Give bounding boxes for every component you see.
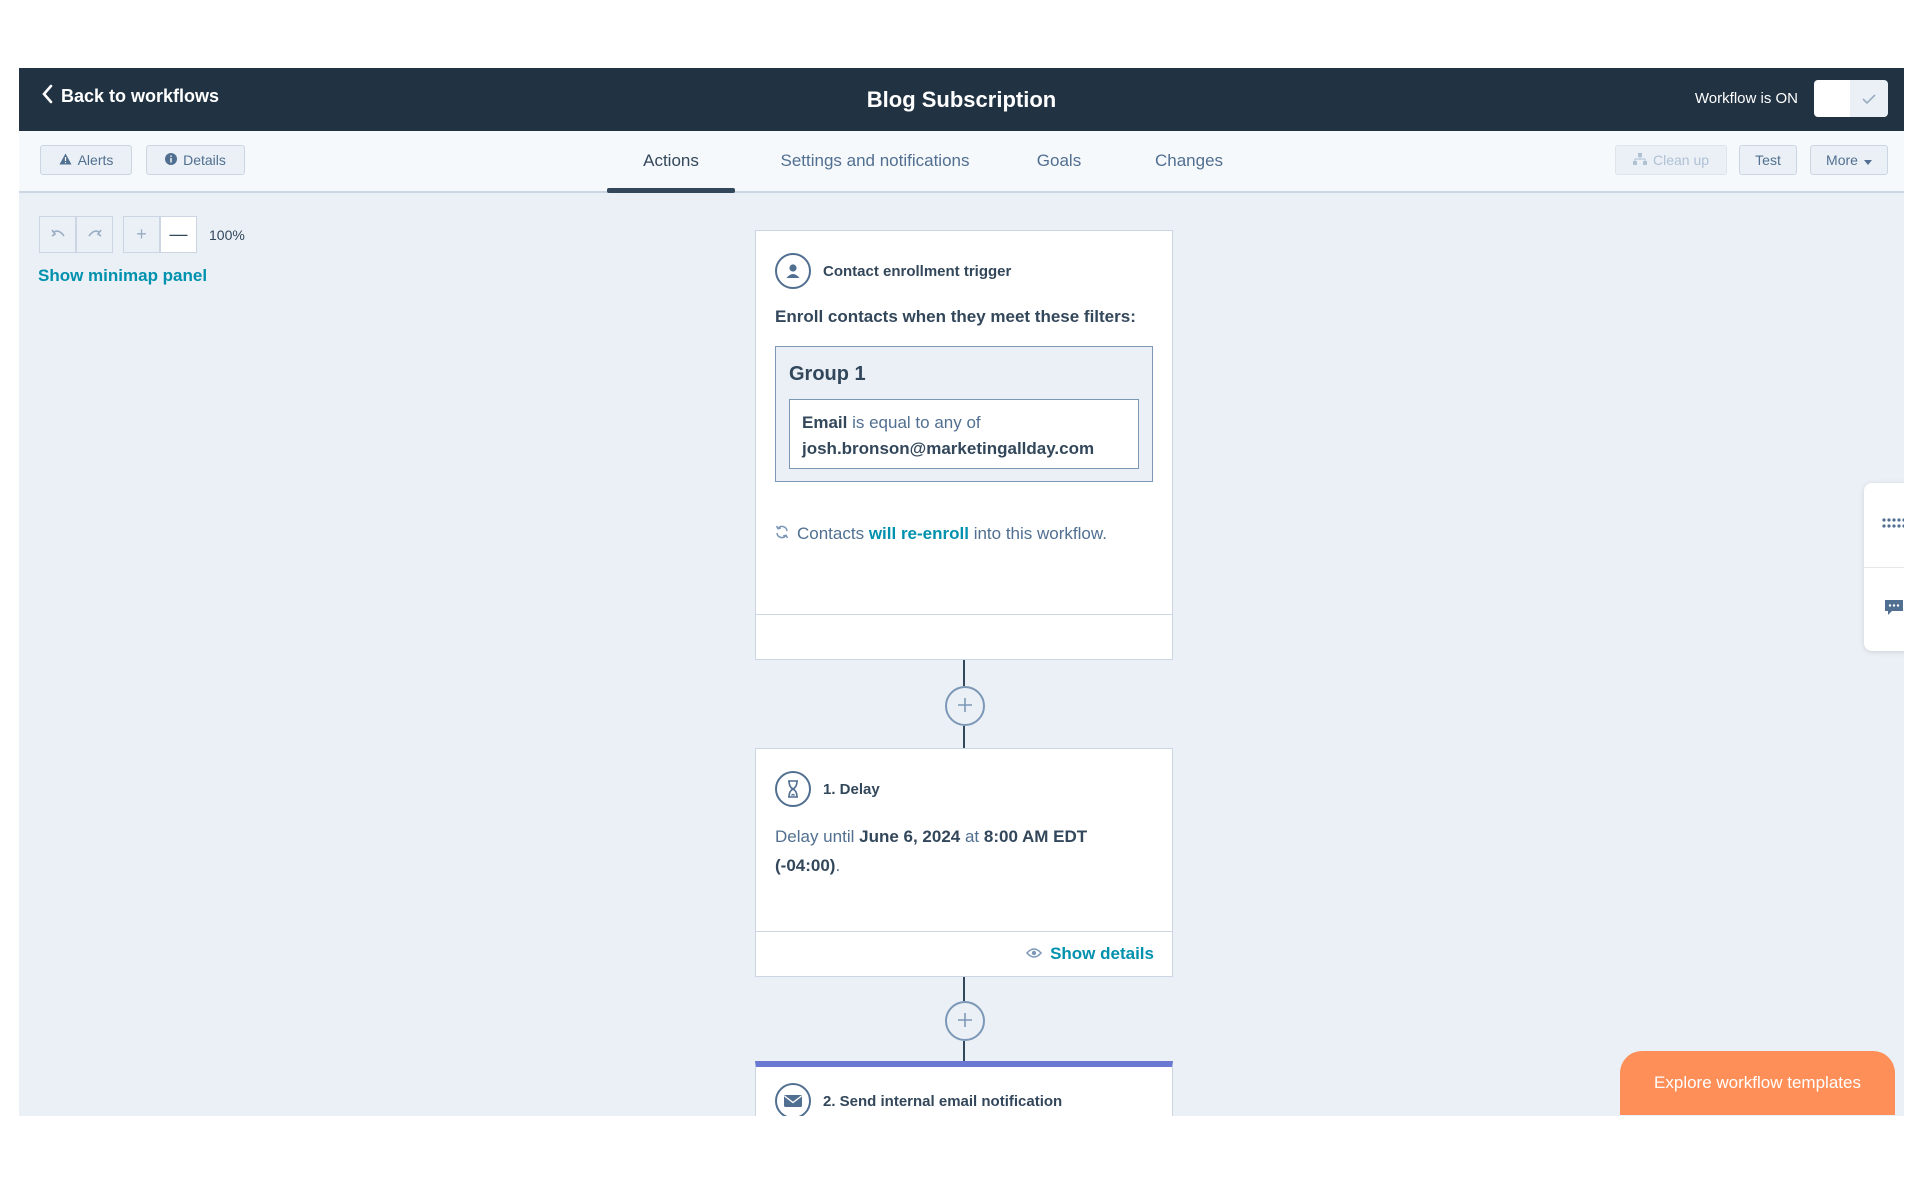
minus-icon: —: [169, 224, 188, 244]
page-title: Blog Subscription: [866, 87, 1057, 112]
tab-goals[interactable]: Goals: [1019, 131, 1099, 191]
add-action-button[interactable]: [945, 686, 985, 726]
undo-icon: [50, 224, 66, 245]
grid-dots-icon: [1881, 516, 1904, 534]
test-button[interactable]: Test: [1739, 145, 1797, 175]
reenroll-suffix: into this workflow.: [973, 524, 1107, 543]
warning-icon: [59, 152, 72, 168]
details-button[interactable]: Details: [146, 145, 245, 175]
reenroll-prefix: Contacts: [797, 524, 865, 543]
enroll-description: Enroll contacts when they meet these fil…: [775, 307, 1136, 326]
reenroll-info: Contacts will re-enroll into this workfl…: [775, 524, 1107, 544]
plus-icon: [957, 692, 973, 720]
more-button[interactable]: More: [1810, 145, 1888, 175]
clean-up-button[interactable]: Clean up: [1615, 145, 1727, 175]
filter-value: josh.bronson@marketingallday.com: [802, 439, 1095, 458]
plus-icon: [957, 1007, 973, 1035]
trigger-card-footer: [756, 614, 1172, 659]
comments-button[interactable]: [1864, 567, 1904, 652]
contact-icon: [775, 253, 811, 289]
apps-grid-button[interactable]: [1864, 483, 1904, 567]
connector-line: [963, 726, 965, 748]
alerts-button[interactable]: Alerts: [40, 145, 132, 175]
refresh-icon: [775, 524, 789, 544]
tab-actions[interactable]: Actions: [607, 131, 735, 193]
reenroll-link[interactable]: will re-enroll: [869, 524, 969, 543]
zoom-out-button[interactable]: —: [160, 216, 197, 253]
side-panel: [1864, 483, 1904, 651]
enrollment-trigger-card[interactable]: Contact enrollment trigger Enroll contac…: [755, 230, 1173, 660]
show-details-label: Show details: [1050, 944, 1154, 963]
delay-at: at: [964, 827, 980, 846]
filter-item: Email is equal to any of josh.bronson@ma…: [789, 399, 1139, 469]
group-title: Group 1: [789, 363, 866, 385]
clean-up-label: Clean up: [1652, 152, 1710, 168]
hourglass-icon: [775, 771, 811, 807]
redo-button[interactable]: [76, 216, 113, 253]
email-action-title: 2. Send internal email notification: [823, 1092, 1063, 1110]
connector-line: [963, 1041, 965, 1061]
hierarchy-icon: [1632, 152, 1647, 168]
chat-bubble-icon: [1884, 599, 1904, 622]
top-header: Back to workflows Blog Subscription Work…: [19, 68, 1904, 131]
show-details-link[interactable]: Show details: [1026, 944, 1154, 964]
delay-prefix: Delay until: [775, 827, 855, 846]
zoom-in-button[interactable]: +: [123, 216, 160, 253]
send-email-action-card[interactable]: 2. Send internal email notification: [755, 1061, 1173, 1116]
filter-operator: is equal to any of: [852, 413, 981, 432]
zoom-controls: + — 100%: [39, 216, 245, 253]
connector-line: [963, 977, 965, 1001]
caret-down-icon: [1863, 152, 1872, 168]
delay-description: Delay until June 6, 2024 at 8:00 AM EDT …: [775, 822, 1155, 880]
delay-suffix: .: [835, 856, 841, 875]
tab-changes[interactable]: Changes: [1129, 131, 1249, 191]
workflow-toggle[interactable]: [1814, 80, 1888, 117]
checkmark-icon: [1850, 80, 1888, 117]
alerts-label: Alerts: [77, 152, 114, 168]
eye-icon: [1026, 944, 1043, 964]
redo-icon: [87, 224, 103, 245]
plus-icon: +: [136, 224, 147, 244]
undo-button[interactable]: [39, 216, 76, 253]
delay-date: June 6, 2024: [859, 827, 961, 846]
more-label: More: [1826, 152, 1858, 168]
explore-workflow-templates-button[interactable]: Explore workflow templates: [1620, 1051, 1895, 1115]
delay-action-card[interactable]: 1. Delay Delay until June 6, 2024 at 8:0…: [755, 748, 1173, 977]
trigger-title: Contact enrollment trigger: [823, 262, 1012, 280]
zoom-level: 100%: [209, 226, 245, 243]
info-icon: [165, 152, 178, 168]
add-action-button[interactable]: [945, 1001, 985, 1041]
show-minimap-link[interactable]: Show minimap panel: [38, 266, 207, 286]
filter-group: Group 1 Email is equal to any of josh.br…: [775, 346, 1153, 482]
toggle-off-segment: [1814, 80, 1850, 117]
envelope-icon: [775, 1083, 811, 1116]
details-label: Details: [183, 152, 226, 168]
connector-line: [963, 660, 965, 686]
workflow-status-label: Workflow is ON: [1694, 90, 1798, 107]
workflow-editor: Back to workflows Blog Subscription Work…: [19, 68, 1904, 1116]
filter-property: Email: [802, 413, 848, 432]
delay-card-footer: Show details: [756, 931, 1172, 976]
sub-toolbar: Alerts Details Actions Settings and noti…: [19, 131, 1904, 193]
delay-title: 1. Delay: [823, 780, 880, 798]
tab-settings-and-notifications[interactable]: Settings and notifications: [755, 131, 995, 191]
